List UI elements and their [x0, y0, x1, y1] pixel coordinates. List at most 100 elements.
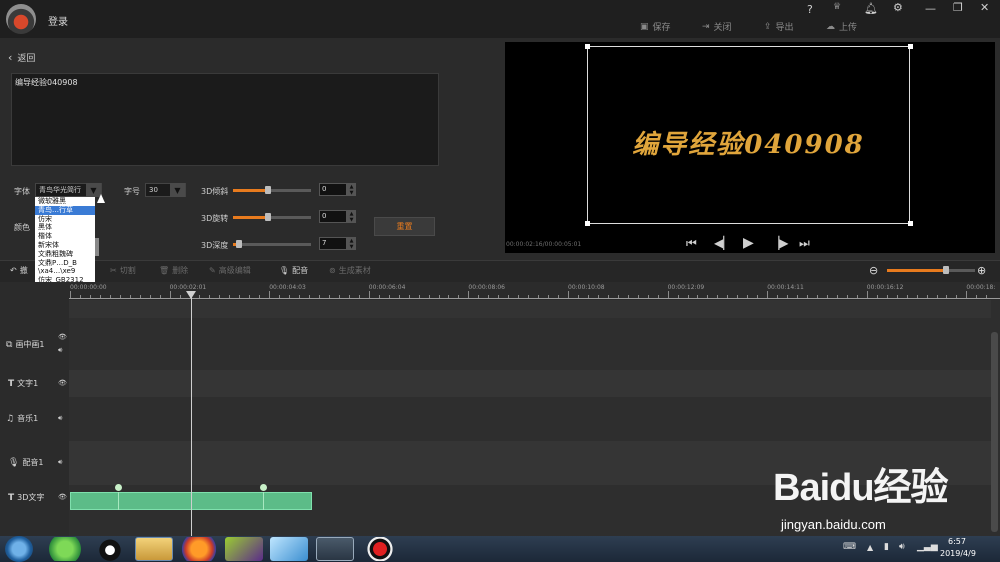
- ruler-tick-mark: [139, 295, 141, 298]
- bell-icon[interactable]: 🔔︎: [864, 2, 878, 15]
- upload-button[interactable]: ☁ 上传: [826, 20, 857, 34]
- delete-button[interactable]: 🗑︎ 删除: [159, 265, 188, 276]
- ruler-tick-mark: [368, 291, 370, 298]
- app-360-icon[interactable]: [46, 537, 84, 561]
- tray-up-icon[interactable]: ▲: [867, 543, 873, 552]
- resize-handle[interactable]: [585, 221, 590, 226]
- tilt-value-input[interactable]: 0: [319, 183, 347, 196]
- clock-date[interactable]: 2019/4/9: [940, 549, 976, 558]
- font-dropdown-list[interactable]: 微软雅黑 青鸟…行草 仿宋 黑体 楷体 新宋体 文鼎粗魏碑 文鼎P…D_B \x…: [35, 197, 95, 287]
- resize-handle[interactable]: [908, 44, 913, 49]
- depth-spinner[interactable]: ▲ ▼: [347, 237, 356, 250]
- minimize-icon[interactable]: —: [925, 2, 936, 15]
- ruler-tick-label: 00:00:18:: [966, 284, 996, 291]
- app-blue-icon[interactable]: [270, 537, 308, 561]
- ruler-tick-mark: [667, 291, 669, 298]
- keyframe-marker[interactable]: [115, 484, 122, 491]
- tilt-spinner[interactable]: ▲ ▼: [347, 183, 356, 196]
- size-select[interactable]: 30 ▼: [145, 183, 186, 197]
- depth-value-input[interactable]: 7: [319, 237, 347, 250]
- advanced-edit-button[interactable]: ✎ 高级编辑: [209, 265, 251, 276]
- ruler-tick-mark: [229, 295, 231, 298]
- playhead-marker[interactable]: [186, 291, 196, 299]
- rotate-slider-knob[interactable]: [265, 213, 271, 221]
- font-option[interactable]: 文鼎粗魏碑: [35, 250, 95, 259]
- track-row[interactable]: [69, 370, 991, 397]
- save-button[interactable]: ▣ 保存: [640, 20, 671, 34]
- timeline-zoom-knob[interactable]: [943, 266, 949, 274]
- cut-button[interactable]: ✂ 切割: [110, 265, 136, 276]
- font-option[interactable]: 楷体: [35, 232, 95, 241]
- qq-icon[interactable]: [91, 537, 129, 561]
- font-list-scrollbar[interactable]: [95, 238, 99, 256]
- zoom-in-icon[interactable]: ⊕: [977, 264, 986, 277]
- font-option[interactable]: 文鼎P…D_B: [35, 259, 95, 268]
- keyframe-marker[interactable]: [260, 484, 267, 491]
- font-option[interactable]: \xa4…\xe9: [35, 267, 95, 276]
- timeline-scrollbar[interactable]: [991, 332, 998, 532]
- generate-material-button[interactable]: ⊚ 生成素材: [329, 265, 371, 276]
- eye-icon[interactable]: 👁︎: [58, 333, 67, 341]
- keyboard-icon[interactable]: ⌨: [843, 542, 856, 552]
- reset-button[interactable]: 重置: [374, 217, 435, 236]
- clock-time[interactable]: 6:57: [948, 537, 966, 546]
- font-option-selected[interactable]: 青鸟…行草: [35, 205, 95, 215]
- vip-icon[interactable]: ♕: [833, 2, 841, 12]
- speaker-icon[interactable]: 🔊︎: [58, 414, 62, 423]
- step-back-icon[interactable]: ◀▏: [714, 236, 732, 250]
- step-forward-icon[interactable]: ▕▶: [770, 236, 788, 250]
- track-row[interactable]: [69, 397, 991, 441]
- volume-icon[interactable]: 🔊︎: [899, 542, 905, 552]
- media-app-icon[interactable]: [225, 537, 263, 561]
- record-icon[interactable]: [361, 537, 399, 561]
- resize-handle[interactable]: [585, 44, 590, 49]
- font-option[interactable]: 黑体: [35, 223, 95, 232]
- track-spacer: [69, 300, 991, 318]
- login-link[interactable]: 登录: [48, 13, 68, 28]
- ruler-tick-mark: [896, 295, 898, 298]
- play-icon[interactable]: ▶: [743, 235, 754, 251]
- undo-button[interactable]: ↶ 撤: [10, 265, 28, 276]
- font-option[interactable]: 微软雅黑: [35, 197, 95, 206]
- depth-slider-knob[interactable]: [236, 240, 242, 248]
- network-icon[interactable]: ▁▃▅: [917, 542, 938, 552]
- video-editor-taskbar-icon[interactable]: [316, 537, 354, 561]
- tilt-slider-knob[interactable]: [265, 186, 271, 194]
- battery-icon[interactable]: ▮: [884, 542, 889, 552]
- folder-icon[interactable]: [135, 537, 173, 561]
- depth-slider[interactable]: [233, 243, 311, 246]
- mic-icon: 🎙︎: [279, 266, 290, 275]
- skip-start-icon[interactable]: ⏮: [686, 236, 697, 251]
- export-button[interactable]: ⇪ 导出: [764, 20, 794, 34]
- back-button[interactable]: ‹ 返回: [8, 51, 35, 64]
- eye-icon[interactable]: 👁︎: [58, 493, 67, 501]
- zoom-out-icon[interactable]: ⊖: [869, 264, 878, 277]
- help-icon[interactable]: ?: [807, 3, 813, 16]
- ruler-tick-mark: [378, 295, 380, 298]
- edit-toolbar: [0, 260, 1000, 283]
- color-label: 颜色: [14, 223, 30, 232]
- rotate-value-input[interactable]: 0: [319, 210, 347, 223]
- firefox-icon[interactable]: [180, 537, 218, 561]
- close-button[interactable]: ⇥ 关闭: [702, 20, 732, 34]
- speaker-icon[interactable]: 🔊︎: [58, 458, 62, 467]
- ruler-tick-label: 00:00:16:12: [866, 284, 904, 291]
- gear-icon[interactable]: ⚙: [893, 1, 903, 14]
- chevron-down-icon[interactable]: ▼: [170, 183, 185, 197]
- rotate-spinner[interactable]: ▲ ▼: [347, 210, 356, 223]
- font-select[interactable]: 青鸟华光简行 ▼: [35, 183, 102, 197]
- skip-end-icon[interactable]: ⏭: [799, 236, 810, 251]
- speaker-icon[interactable]: 🔊︎: [58, 346, 62, 355]
- text-content-input[interactable]: 编导经验040908: [11, 73, 439, 166]
- start-button[interactable]: [5, 536, 33, 562]
- ruler-tick-mark: [169, 291, 171, 298]
- font-option[interactable]: 新宋体: [35, 241, 95, 250]
- restore-icon[interactable]: ❐: [953, 1, 963, 14]
- resize-handle[interactable]: [908, 221, 913, 226]
- playhead[interactable]: [191, 292, 192, 536]
- font-option[interactable]: 仿宋: [35, 215, 95, 224]
- track-row[interactable]: [69, 318, 991, 370]
- eye-icon[interactable]: 👁︎: [58, 379, 67, 387]
- close-window-icon[interactable]: ✕: [980, 1, 989, 14]
- dub-button[interactable]: 🎙︎ 配音: [279, 265, 308, 276]
